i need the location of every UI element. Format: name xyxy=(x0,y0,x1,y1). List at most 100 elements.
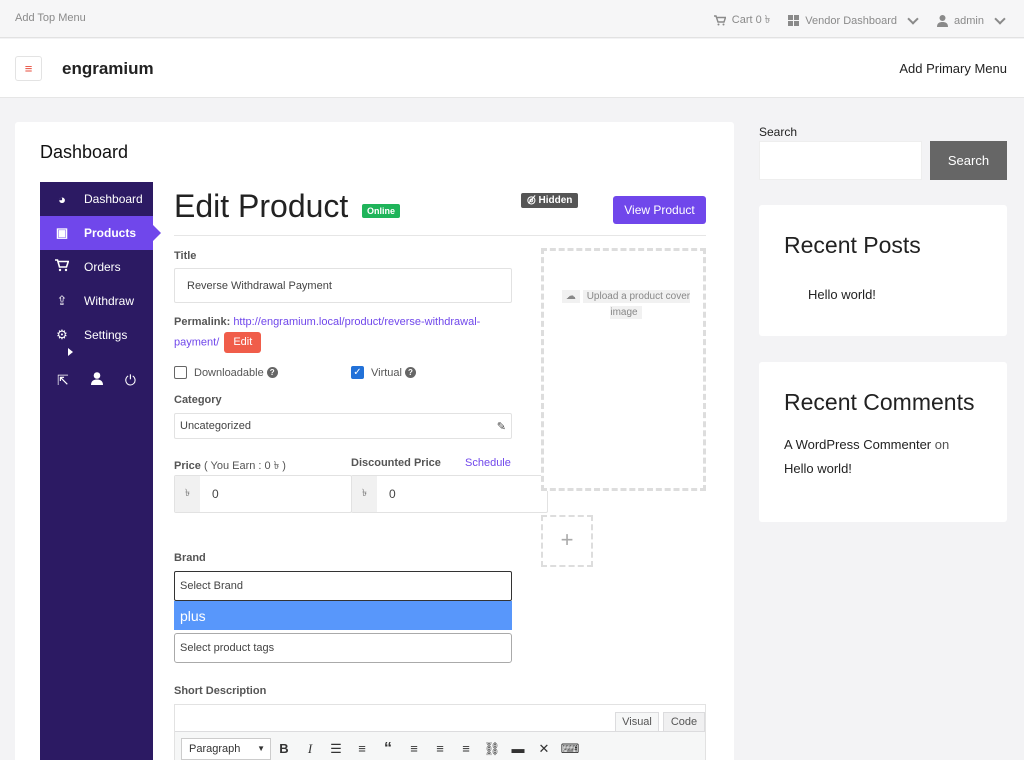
italic-icon[interactable]: I xyxy=(297,741,323,757)
recent-comments-widget: Recent Comments A WordPress Commenter on… xyxy=(759,362,1007,522)
cover-upload-text[interactable]: ☁ Upload a product cover image xyxy=(556,289,696,321)
recent-post-link[interactable]: Hello world! xyxy=(808,287,876,302)
cart-link[interactable]: Cart 0 ৳ xyxy=(713,11,770,30)
checkbox[interactable] xyxy=(174,366,187,379)
brand-option[interactable]: plus xyxy=(174,601,512,630)
user-menu[interactable]: admin xyxy=(937,12,1006,27)
top-bar-right: Cart 0 ৳ Vendor Dashboard admin xyxy=(702,11,1006,30)
align-center-icon[interactable]: ≡ xyxy=(427,741,453,756)
sidebar-item-label: Settings xyxy=(84,328,128,342)
discount-price-input[interactable]: ৳ 0 xyxy=(351,475,548,513)
cover-upload-label: Upload a product cover image xyxy=(582,290,691,319)
fullscreen-icon[interactable]: ✕ xyxy=(531,741,557,757)
downloadable-label: Downloadable xyxy=(194,366,264,379)
grid-icon xyxy=(788,15,800,26)
brand-label: Brand xyxy=(174,552,206,564)
discount-label: Discounted Price xyxy=(351,457,441,469)
top-menu-link[interactable]: Add Top Menu xyxy=(15,12,86,24)
numbered-list-icon[interactable]: ≡ xyxy=(349,741,375,756)
dashboard-card: Dashboard ◕ Dashboard ▣ Products Orders … xyxy=(15,122,734,760)
power-icon[interactable]: ⏻ xyxy=(125,372,136,389)
visibility-badge: ◎̸ Hidden xyxy=(521,193,579,208)
price-value: 0 xyxy=(212,487,219,501)
recent-comment: A WordPress Commenter on xyxy=(784,437,949,452)
user-name: admin xyxy=(954,14,984,27)
price-label: Price ( You Earn : 0 ৳ ) xyxy=(174,457,286,476)
format-select[interactable]: Paragraph ▼ xyxy=(181,737,271,760)
add-gallery-image-button[interactable]: + xyxy=(541,515,593,567)
sidebar-item-products[interactable]: ▣ Products xyxy=(40,216,161,250)
user-icon[interactable] xyxy=(90,372,103,389)
tab-visual[interactable]: Visual xyxy=(615,712,659,732)
blockquote-icon[interactable]: “ xyxy=(375,740,401,758)
read-more-icon[interactable]: ▬ xyxy=(505,741,531,756)
checkbox-checked[interactable]: ✓ xyxy=(351,366,364,379)
site-header: ≡ engramium Add Primary Menu xyxy=(0,39,1024,98)
visibility-badge-label: Hidden xyxy=(538,195,573,206)
edit-icon[interactable]: ✎ xyxy=(497,420,506,433)
title-label: Title xyxy=(174,250,197,262)
sidebar-item-settings[interactable]: ⚙ Settings xyxy=(40,318,153,352)
primary-menu-link[interactable]: Add Primary Menu xyxy=(899,61,1007,76)
virtual-label: Virtual xyxy=(371,366,402,379)
comment-on-text: on xyxy=(934,437,950,452)
recent-comments-title: Recent Comments xyxy=(784,389,975,415)
currency-symbol: ৳ xyxy=(175,476,200,512)
link-icon[interactable]: ⛓ xyxy=(479,741,505,757)
sidebar-item-orders[interactable]: Orders xyxy=(40,250,153,284)
title-input[interactable]: Reverse Withdrawal Payment xyxy=(174,268,512,303)
brand-select[interactable]: Select Brand xyxy=(174,571,512,601)
external-link-icon[interactable]: ⇱ xyxy=(57,372,69,389)
cart-icon xyxy=(713,15,726,26)
view-product-button[interactable]: View Product xyxy=(613,196,706,224)
comment-author-link[interactable]: A WordPress Commenter xyxy=(784,437,931,452)
short-description-editor: Visual Code Paragraph ▼ B I ☰ ≡ “ ≡ ≡ ≡ … xyxy=(174,704,706,760)
permalink-edit-button[interactable]: Edit xyxy=(224,332,262,353)
category-select[interactable]: Uncategorized ✎ xyxy=(174,413,512,439)
top-bar: Add Top Menu Cart 0 ৳ Vendor Dashboard a… xyxy=(0,0,1024,38)
tags-select[interactable]: Select product tags xyxy=(174,633,512,663)
cart-icon xyxy=(54,259,70,275)
site-title[interactable]: engramium xyxy=(62,59,154,79)
recent-posts-widget: Recent Posts Hello world! xyxy=(759,205,1007,336)
align-right-icon[interactable]: ≡ xyxy=(453,741,479,756)
category-value: Uncategorized xyxy=(180,420,251,432)
align-left-icon[interactable]: ≡ xyxy=(401,741,427,756)
bold-icon[interactable]: B xyxy=(271,741,297,756)
bullet-list-icon[interactable]: ☰ xyxy=(323,741,349,757)
downloadable-checkbox[interactable]: Downloadable ? xyxy=(174,366,278,379)
menu-toggle-button[interactable]: ≡ xyxy=(15,56,42,81)
caret-right-icon[interactable] xyxy=(68,348,73,356)
keyboard-icon[interactable]: ⌨ xyxy=(557,741,583,757)
price-earn-text: ( You Earn : 0 ৳ ) xyxy=(203,460,286,472)
dashboard-icon: ◕ xyxy=(58,191,66,207)
cover-image-upload[interactable]: ☁ Upload a product cover image xyxy=(541,248,706,491)
tab-code[interactable]: Code xyxy=(663,712,705,732)
virtual-checkbox[interactable]: ✓ Virtual ? xyxy=(351,366,416,379)
sidebar-item-label: Products xyxy=(84,226,137,240)
cloud-upload-icon: ☁ xyxy=(561,290,580,303)
vendor-dashboard-menu[interactable]: Vendor Dashboard xyxy=(788,12,919,27)
sidebar-item-dashboard[interactable]: ◕ Dashboard xyxy=(40,182,153,216)
search-button[interactable]: Search xyxy=(930,141,1007,180)
sidebar-item-withdraw[interactable]: ⇪ Withdraw xyxy=(40,284,153,318)
price-input[interactable]: ৳ 0 xyxy=(174,475,352,513)
price-label-text: Price xyxy=(174,460,201,472)
edit-product-heading: Edit Product xyxy=(174,188,349,224)
short-description-label: Short Description xyxy=(174,685,267,697)
schedule-link[interactable]: Schedule xyxy=(465,457,511,469)
search-widget-label: Search xyxy=(759,125,798,139)
help-icon: ? xyxy=(266,367,278,378)
divider xyxy=(174,235,706,236)
permalink: Permalink: http://engramium.local/produc… xyxy=(174,312,504,353)
discount-value: 0 xyxy=(389,487,396,501)
user-icon xyxy=(937,14,949,27)
vendor-sidebar: ◕ Dashboard ▣ Products Orders ⇪ Withdraw… xyxy=(40,182,161,760)
format-value: Paragraph xyxy=(189,742,241,755)
sidebar-item-label: Withdraw xyxy=(84,294,135,308)
category-label: Category xyxy=(174,394,222,406)
search-input[interactable] xyxy=(759,141,922,180)
help-icon: ? xyxy=(404,367,416,378)
vendor-dashboard-label: Vendor Dashboard xyxy=(805,14,898,27)
comment-post-link[interactable]: Hello world! xyxy=(784,461,852,476)
